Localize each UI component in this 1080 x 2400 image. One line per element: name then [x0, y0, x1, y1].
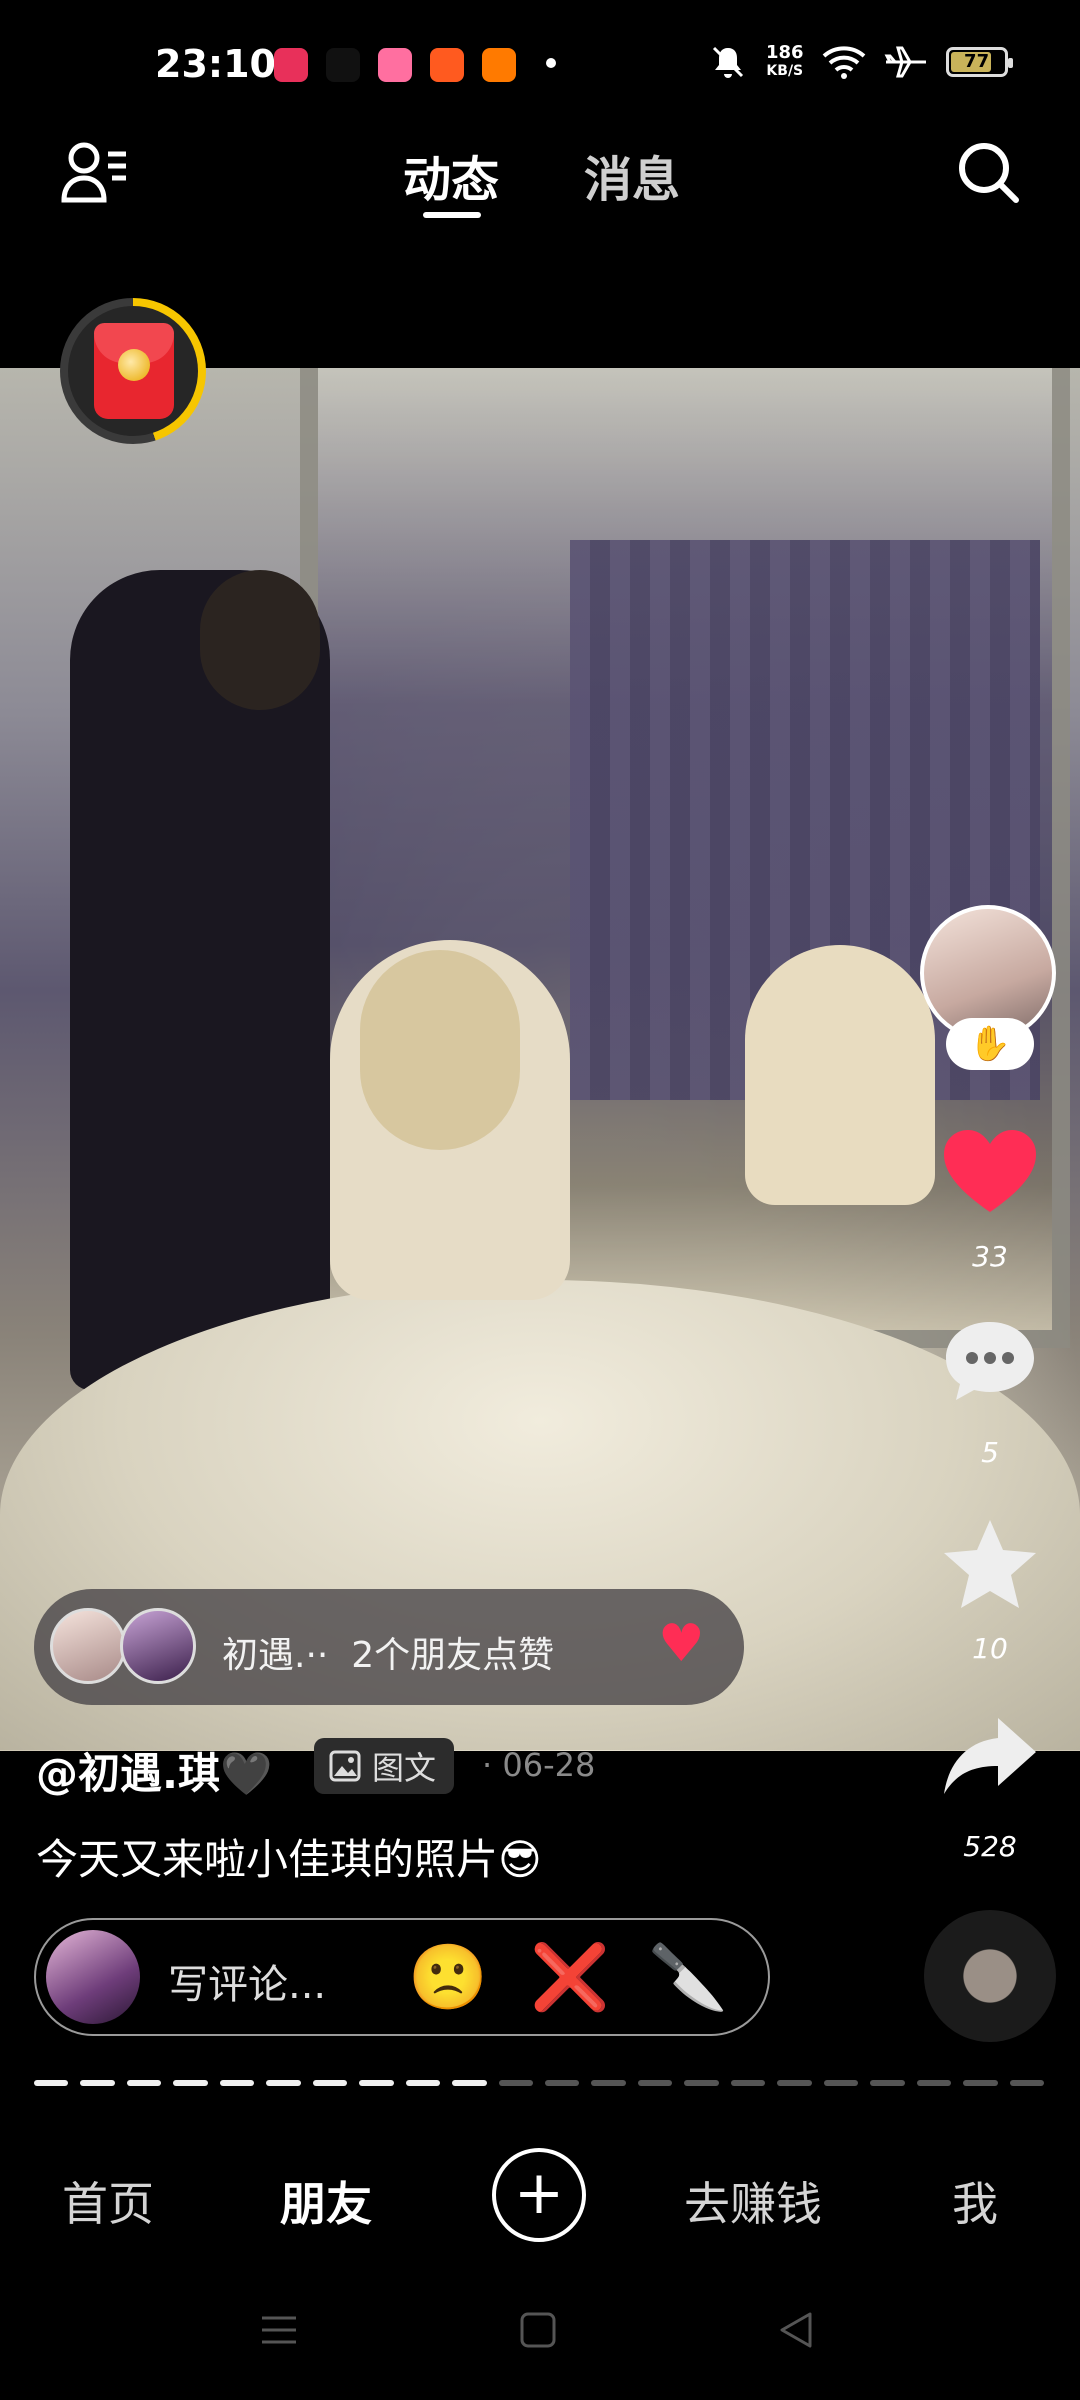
video-app-icon: [430, 48, 464, 82]
post-caption: 今天又来啦小佳琪的照片😎: [36, 1835, 542, 1884]
comment-bubble-icon[interactable]: [942, 1318, 1038, 1406]
comment-placeholder[interactable]: 写评论...: [168, 1952, 326, 2010]
post-date: · 06-28: [482, 1746, 596, 1784]
bilibili-icon: [378, 48, 412, 82]
status-time: 23:10: [155, 42, 276, 86]
progress-segment: [219, 2080, 255, 2086]
battery-icon: 77: [945, 47, 1013, 77]
progress-segment: [730, 2080, 766, 2086]
progress-segment: [1009, 2080, 1044, 2086]
image-progress-indicator: [34, 2080, 1044, 2086]
progress-segment: [80, 2080, 115, 2086]
create-post-button[interactable]: +: [492, 2148, 586, 2242]
system-back-icon[interactable]: [776, 2310, 816, 2350]
speed-unit: KB/S: [766, 63, 804, 79]
photo-bride-hair: [360, 950, 520, 1150]
progress-segment: [266, 2080, 301, 2086]
friend-avatar[interactable]: [50, 1608, 126, 1684]
favorite-star-icon[interactable]: [942, 1518, 1038, 1610]
status-bar: 23:10 186 KB/S 77: [0, 0, 1080, 130]
airplane-mode-icon: [884, 46, 926, 78]
active-tab-indicator: [423, 212, 481, 218]
friend-avatar[interactable]: [120, 1608, 196, 1684]
tab-messages[interactable]: 消息: [584, 140, 680, 210]
progress-segment: [312, 2080, 348, 2086]
progress-segment: [126, 2080, 162, 2086]
more-notifications-dot: [546, 58, 556, 68]
progress-segment: [173, 2080, 208, 2086]
progress-segment: [684, 2080, 719, 2086]
progress-segment: [359, 2080, 394, 2086]
nav-friends[interactable]: 朋友: [280, 2168, 372, 2234]
progress-segment: [916, 2080, 952, 2086]
progress-segment: [823, 2080, 859, 2086]
progress-segment: [963, 2080, 998, 2086]
shop-app-icon: [482, 48, 516, 82]
post-type-label: 图文: [372, 1749, 437, 1787]
progress-segment: [498, 2080, 533, 2086]
progress-segment: [777, 2080, 812, 2086]
comment-count: 5: [981, 1436, 999, 1469]
cross-emoji-button[interactable]: ❌: [530, 1940, 610, 2015]
share-arrow-icon[interactable]: [942, 1714, 1038, 1798]
red-packet-icon[interactable]: [94, 323, 174, 419]
photo-person-head: [200, 570, 320, 710]
wave-hand-icon[interactable]: ✋: [946, 1018, 1034, 1070]
liked-heart-icon: ♥: [658, 1614, 705, 1674]
post-type-chip: 图文: [314, 1738, 455, 1794]
search-icon[interactable]: [956, 140, 1022, 206]
system-home-icon[interactable]: [518, 2310, 558, 2350]
system-menu-icon[interactable]: [258, 2310, 300, 2350]
my-avatar: [46, 1930, 140, 2024]
like-heart-icon[interactable]: [942, 1128, 1038, 1218]
author-name[interactable]: @初遇.琪🖤: [36, 1740, 272, 1801]
speed-value: 186: [766, 42, 804, 63]
like-count: 33: [972, 1240, 1008, 1273]
progress-segment: [405, 2080, 441, 2086]
battery-level: 77: [964, 51, 990, 72]
tab-dynamic[interactable]: 动态: [403, 140, 499, 210]
progress-segment: [544, 2080, 580, 2086]
wifi-icon: [822, 46, 865, 79]
music-app-icon: [274, 48, 308, 82]
nav-me[interactable]: 我: [952, 2168, 998, 2234]
status-indicators: 186 KB/S 77: [708, 40, 1013, 84]
share-count: 528: [963, 1830, 1017, 1863]
knife-emoji-button[interactable]: 🔪: [648, 1940, 728, 2015]
favorite-count: 10: [972, 1632, 1008, 1665]
progress-segment: [637, 2080, 673, 2086]
sad-emoji-button[interactable]: 🙁: [408, 1940, 488, 2015]
contacts-menu-icon[interactable]: [60, 140, 130, 206]
progress-segment: [452, 2080, 487, 2086]
image-icon: [329, 1750, 361, 1782]
progress-segment: [591, 2080, 626, 2086]
mute-icon: [712, 46, 744, 78]
progress-segment: [870, 2080, 905, 2086]
nav-home[interactable]: 首页: [62, 2168, 154, 2234]
tiktok-icon: [326, 48, 360, 82]
photo-bride-reflection: [745, 945, 935, 1205]
network-speed: 186 KB/S: [766, 44, 804, 80]
friends-liked-text: 初遇.·· 2个朋友点赞: [222, 1635, 555, 1676]
nav-earn-money[interactable]: 去赚钱: [684, 2168, 822, 2234]
progress-segment: [34, 2080, 69, 2086]
music-disc-icon[interactable]: [924, 1910, 1056, 2042]
